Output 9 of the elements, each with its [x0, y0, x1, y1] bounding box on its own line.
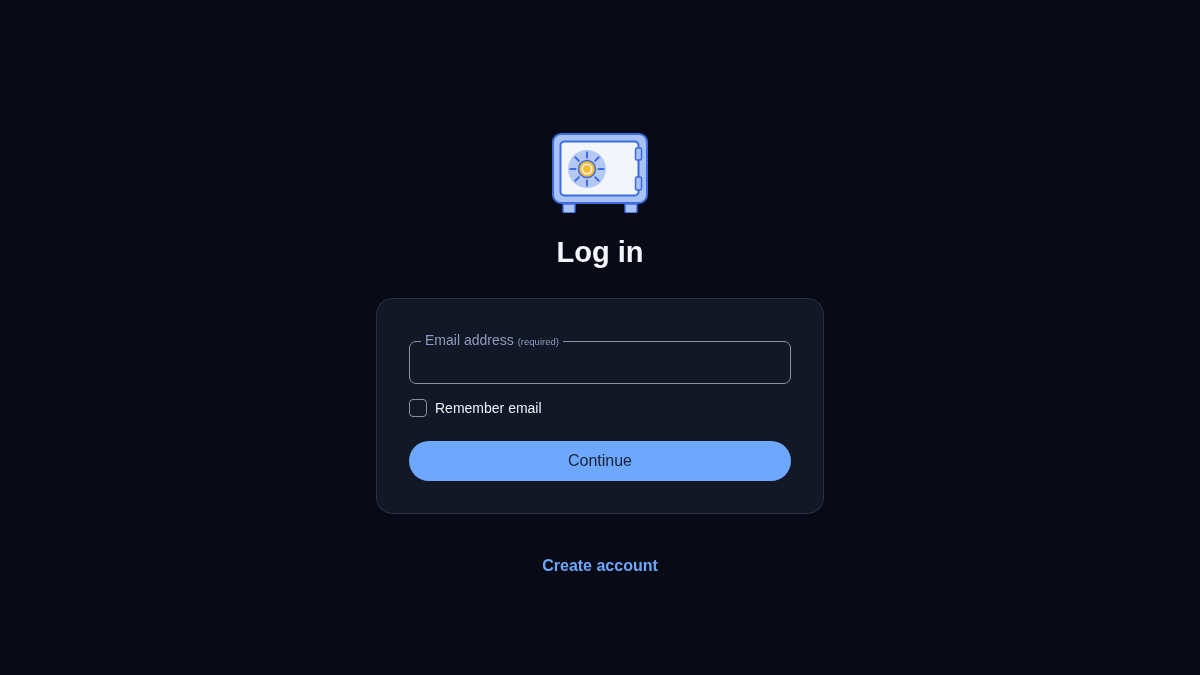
continue-button[interactable]: Continue — [409, 441, 791, 481]
page-title: Log in — [556, 235, 644, 269]
create-account-link[interactable]: Create account — [542, 556, 658, 576]
field-label: Email address — [425, 332, 514, 348]
checkbox-label[interactable]: Remember email — [435, 400, 542, 416]
required-hint: (required) — [517, 336, 559, 347]
email-input-field[interactable]: Email address (required) — [409, 332, 791, 384]
safe-icon — [552, 133, 648, 213]
remember-checkbox[interactable] — [409, 399, 427, 417]
